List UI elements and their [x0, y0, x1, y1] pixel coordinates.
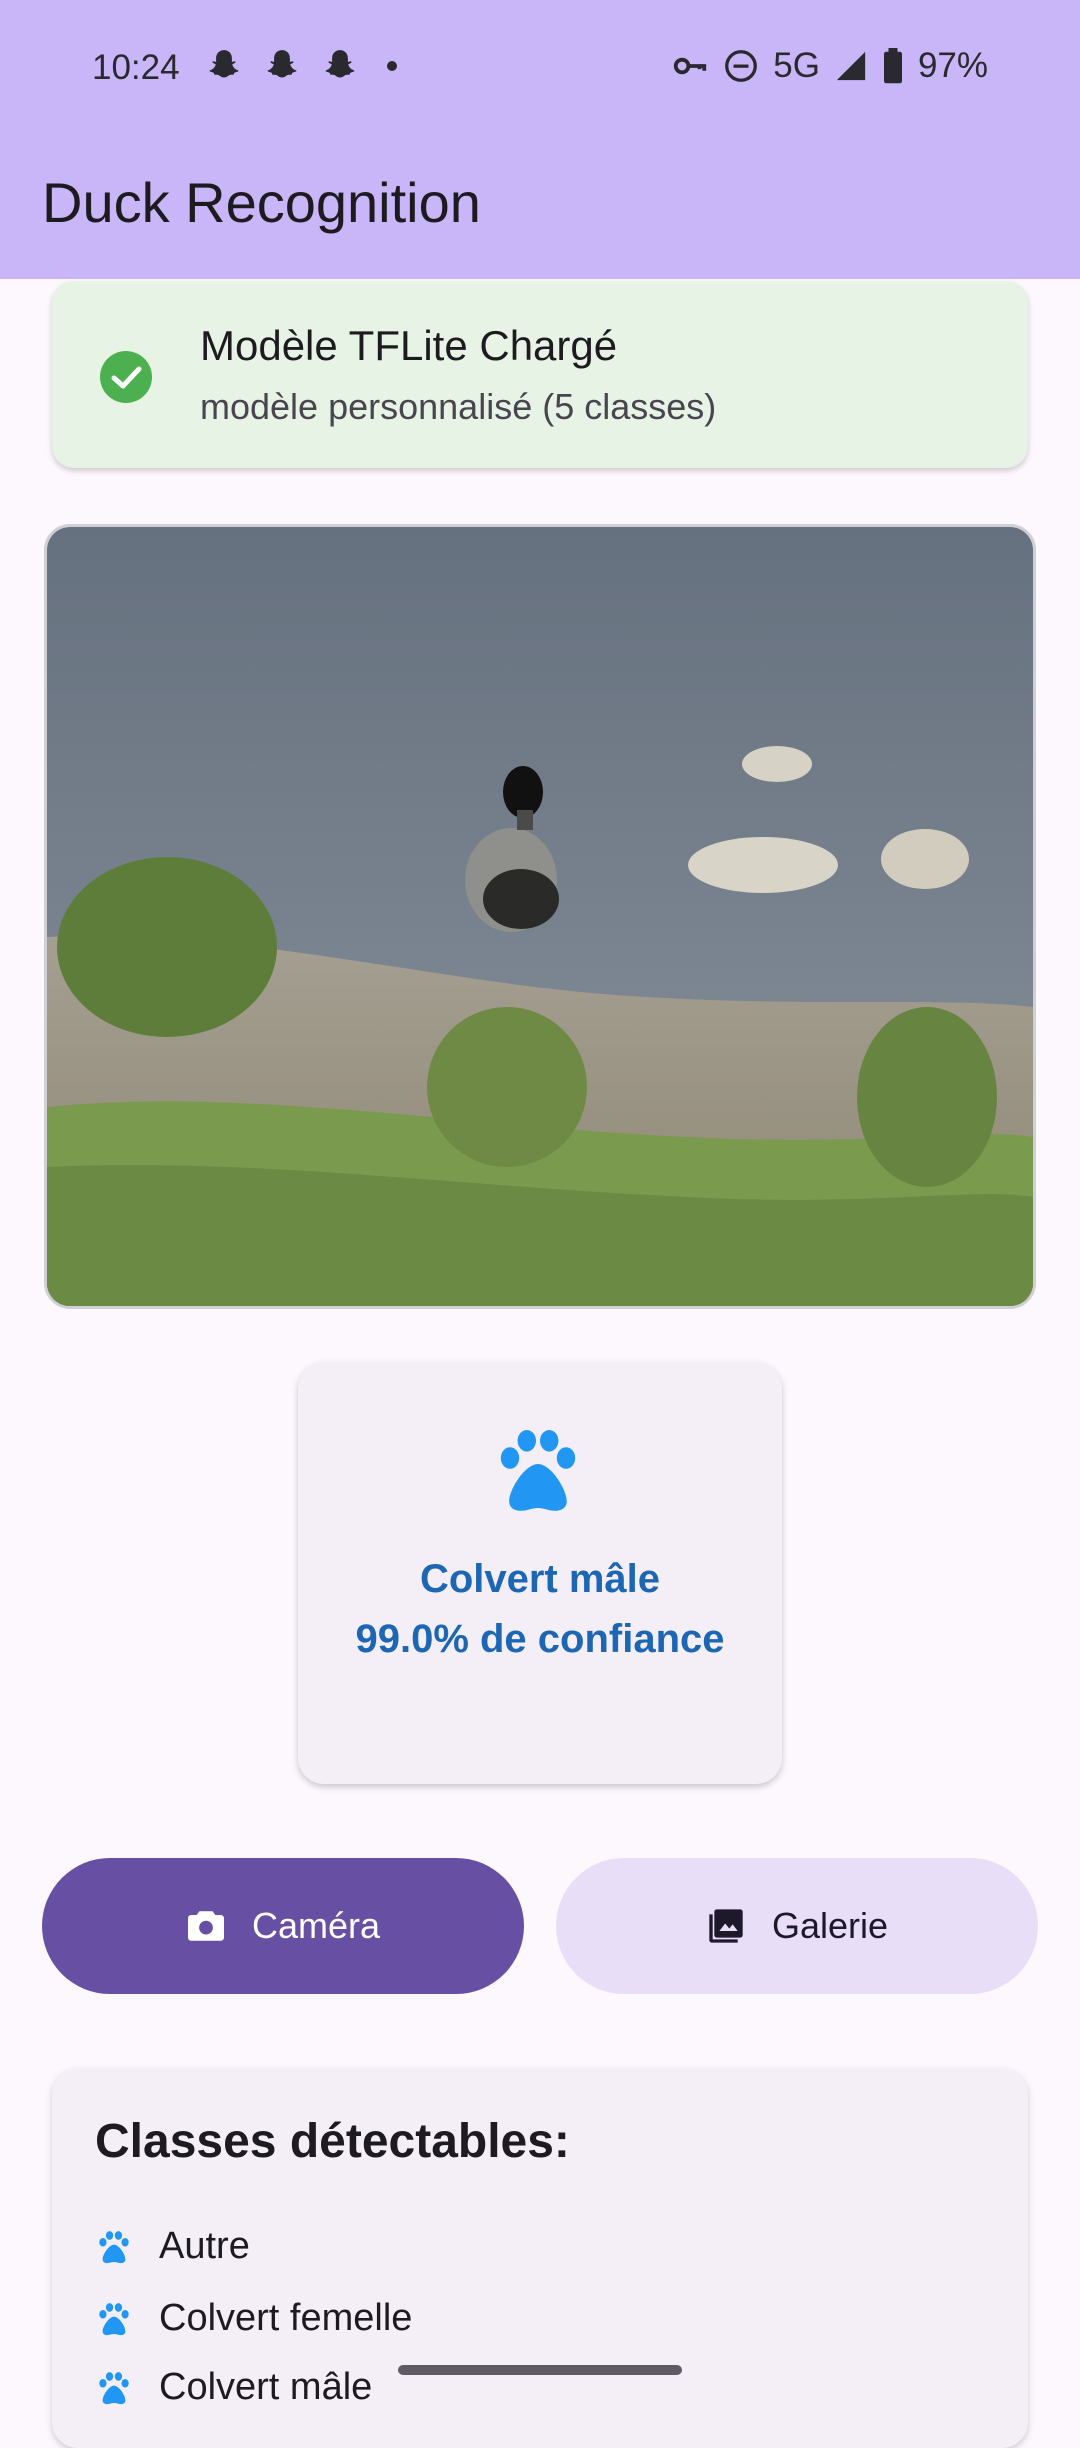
signal-icon [836, 51, 866, 81]
status-right: 5G 97% [671, 46, 988, 86]
list-item: Colvert mâle [95, 2366, 372, 2409]
camera-button-label: Caméra [251, 1905, 381, 1946]
duck-photo-image [47, 527, 1033, 1306]
camera-button[interactable]: Caméra [42, 1858, 524, 1994]
network-type: 5G [773, 46, 820, 85]
notification-icons [205, 47, 397, 85]
result-confidence: 99.0% de confiance [355, 1617, 725, 1661]
status-bar: 10:24 5G 97% [0, 0, 1080, 135]
classes-heading: Classes détectables: [95, 2115, 570, 2168]
vpn-key-icon [674, 57, 707, 75]
page-title: Duck Recognition [42, 171, 481, 234]
battery-percent: 97% [917, 46, 988, 85]
snapchat-icon [209, 50, 239, 78]
gallery-button-label: Galerie [771, 1905, 889, 1946]
check-circle-icon [100, 351, 152, 403]
paw-icon [99, 2230, 129, 2263]
paw-icon [99, 2371, 129, 2404]
class-label: Colvert femelle [159, 2297, 413, 2339]
more-notifications-dot [387, 61, 397, 71]
camera-icon [187, 1911, 224, 1941]
gallery-button[interactable]: Galerie [556, 1858, 1038, 1994]
list-item: Autre [95, 2225, 250, 2268]
list-item: Colvert femelle [95, 2297, 412, 2340]
result-label: Colvert mâle [419, 1557, 661, 1601]
model-status-subtitle: modèle personnalisé (5 classes) [200, 386, 717, 427]
home-indicator[interactable] [398, 2365, 682, 2375]
gallery-icon [709, 1909, 743, 1943]
model-status-card [52, 281, 1028, 468]
class-label: Colvert mâle [159, 2366, 373, 2408]
snapchat-icon [325, 50, 355, 78]
dnd-icon [725, 50, 758, 82]
class-label: Autre [159, 2225, 250, 2267]
model-status-title: Modèle TFLite Chargé [200, 322, 618, 369]
paw-icon [500, 1430, 576, 1511]
paw-icon [99, 2302, 129, 2335]
duck-photo[interactable] [44, 524, 1036, 1309]
snapchat-icon [267, 50, 297, 78]
battery-icon [883, 48, 902, 84]
status-time: 10:24 [92, 48, 180, 87]
